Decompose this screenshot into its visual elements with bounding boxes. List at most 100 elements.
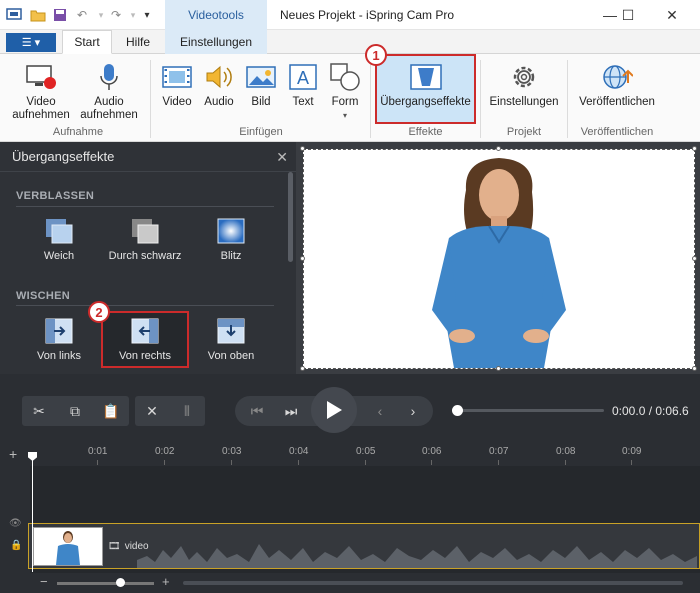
record-video-icon — [8, 62, 74, 92]
paste-icon[interactable]: 📋 — [96, 396, 126, 426]
presenter-image — [432, 158, 566, 368]
file-menu-button[interactable]: ☰ ▾ — [6, 33, 56, 52]
seek-handle[interactable] — [452, 405, 463, 416]
effect-durch-schwarz[interactable]: Durch schwarz — [102, 218, 188, 262]
seek-bar[interactable] — [456, 409, 604, 412]
tick-label: 0:03 — [222, 446, 242, 457]
add-track-icon[interactable]: + — [9, 446, 17, 462]
context-tab-group-label: Videotools — [165, 0, 267, 30]
resize-handle[interactable] — [300, 256, 305, 261]
clip-label: 🎞 video — [108, 541, 149, 552]
tick — [298, 460, 299, 465]
insert-text-button[interactable]: A Text — [284, 62, 322, 109]
tick — [97, 460, 98, 465]
resize-handle[interactable] — [300, 146, 305, 151]
step-badge-1: 1 — [365, 44, 387, 66]
transitions-button[interactable]: Übergangseffekte — [377, 62, 474, 109]
group-label-aufnahme: Aufnahme — [52, 126, 104, 138]
transition-icon — [377, 62, 474, 92]
split-icon[interactable]: ⦀ — [172, 396, 202, 426]
effect-von-rechts[interactable]: Von rechts — [102, 318, 188, 362]
globe-publish-icon — [572, 62, 662, 92]
resize-handle[interactable] — [496, 146, 501, 151]
maximize-button[interactable]: ☐ — [610, 0, 646, 30]
tick — [431, 460, 432, 465]
tab-start[interactable]: Start — [62, 30, 112, 54]
panel-scrollbar[interactable] — [288, 172, 293, 262]
insert-video-button[interactable]: Video — [158, 62, 196, 109]
group-label-einfuegen: Einfügen — [239, 126, 283, 138]
record-video-button[interactable]: Video aufnehmen — [8, 62, 74, 122]
wipe-down-arrow-icon — [217, 318, 245, 344]
customize-toolbar-icon[interactable]: ▾ — [138, 6, 156, 24]
tick — [164, 460, 165, 465]
tick-label: 0:06 — [422, 446, 442, 457]
flash-icon — [217, 218, 245, 244]
section-divider — [16, 305, 274, 306]
panel-close-button[interactable]: ✕ — [276, 149, 288, 166]
previous-icon[interactable]: ‹ — [365, 396, 395, 426]
redo-icon[interactable]: ↷ — [107, 6, 125, 24]
insert-audio-button[interactable]: Audio — [200, 62, 238, 109]
clip-thumbnail[interactable] — [33, 527, 103, 566]
resize-handle[interactable] — [496, 366, 501, 371]
resize-handle[interactable] — [692, 256, 697, 261]
image-icon — [242, 62, 280, 92]
wipe-right-arrow-icon — [45, 318, 73, 344]
film-icon — [158, 62, 196, 92]
eye-icon[interactable]: 👁 — [9, 518, 22, 529]
skip-to-start-icon[interactable]: ⏮ — [242, 396, 272, 426]
tick-label: 0:08 — [556, 446, 576, 457]
tab-hilfe[interactable]: Hilfe — [115, 30, 161, 54]
next-icon[interactable]: › — [398, 396, 428, 426]
window-title: Neues Projekt - iSpring Cam Pro — [280, 8, 455, 22]
resize-handle[interactable] — [692, 146, 697, 151]
delete-icon[interactable]: ✕ — [137, 396, 167, 426]
copy-icon[interactable]: ⧉ — [60, 396, 90, 426]
svg-text:A: A — [297, 68, 309, 88]
cut-icon[interactable]: ✂ — [24, 396, 54, 426]
ribbon-separator — [567, 60, 568, 138]
section-divider — [16, 206, 274, 207]
tick — [631, 460, 632, 465]
undo-icon[interactable]: ↶ — [73, 6, 91, 24]
effect-weich[interactable]: Weich — [16, 218, 102, 262]
effect-von-oben[interactable]: Von oben — [188, 318, 274, 362]
resize-handle[interactable] — [300, 366, 305, 371]
tick-label: 0:07 — [489, 446, 509, 457]
tab-einstellungen[interactable]: Einstellungen — [165, 30, 267, 54]
section-title-wischen: WISCHEN — [16, 290, 71, 302]
settings-button[interactable]: Einstellungen — [484, 62, 564, 109]
zoom-slider-handle[interactable] — [116, 578, 125, 587]
effect-von-links[interactable]: Von links — [16, 318, 102, 362]
ribbon-separator — [150, 60, 151, 138]
zoom-slider[interactable] — [57, 582, 154, 585]
skip-to-end-icon[interactable]: ⏭ — [276, 396, 306, 426]
close-button[interactable]: ✕ — [654, 0, 690, 30]
timeline-scrollbar[interactable] — [183, 581, 683, 585]
tick — [498, 460, 499, 465]
record-audio-button[interactable]: Audio aufnehmen — [76, 62, 142, 122]
save-icon[interactable] — [51, 6, 69, 24]
lock-icon[interactable]: 🔒 — [10, 540, 22, 551]
video-preview[interactable] — [303, 149, 695, 369]
resize-handle[interactable] — [692, 366, 697, 371]
zoom-in-icon[interactable]: + — [162, 574, 170, 589]
zoom-out-icon[interactable]: − — [40, 574, 48, 589]
insert-image-button[interactable]: Bild — [242, 62, 280, 109]
playhead[interactable] — [32, 452, 33, 572]
tick-label: 0:09 — [622, 446, 642, 457]
step-badge-2: 2 — [88, 301, 110, 323]
tick — [565, 460, 566, 465]
play-icon — [327, 401, 342, 419]
tick-label: 0:05 — [356, 446, 376, 457]
insert-shape-button[interactable]: Form ▾ — [326, 62, 364, 122]
ribbon-tabs: ☰ ▾ Start Hilfe Einstellungen — [0, 30, 700, 54]
effect-blitz[interactable]: Blitz — [188, 218, 274, 262]
group-label-effekte: Effekte — [408, 126, 443, 138]
open-folder-icon[interactable] — [29, 6, 47, 24]
publish-button[interactable]: Veröffentlichen — [572, 62, 662, 109]
play-button[interactable] — [311, 387, 357, 433]
fade-soft-icon — [45, 218, 73, 244]
group-label-projekt: Projekt — [506, 126, 542, 138]
